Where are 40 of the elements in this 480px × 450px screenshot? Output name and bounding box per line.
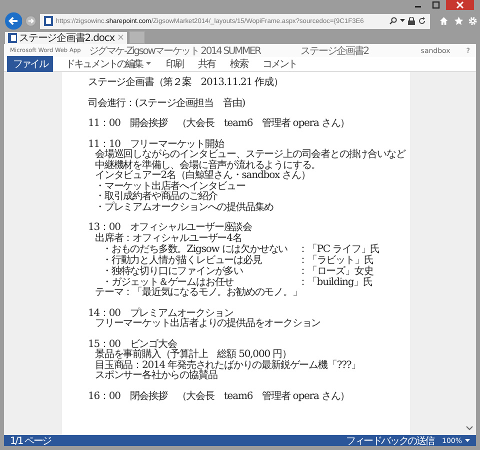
document-text: 13：00 オフィシャルユーザー座談会: [88, 223, 254, 233]
document-name: ステージ企画書2: [300, 44, 369, 58]
ribbon-tab[interactable]: ドキュメントの編集: [62, 56, 154, 72]
ribbon-tab[interactable]: 印刷: [162, 56, 186, 72]
document-text: 11：10 フリーマーケット開始: [88, 140, 226, 150]
document-text: 出席者：オフィシャルユーザー4名: [94, 234, 243, 244]
document-text: 15：00 ビンゴ大会: [88, 340, 177, 350]
document-text: 司会進行：(ステージ企画担当 音由): [88, 98, 246, 109]
browser-tab[interactable]: ステージ企画書2.docx ×: [5, 32, 127, 44]
document-text: ステージ企画書（第２案 2013.11.21 作成）: [88, 78, 284, 88]
document-text: 14：00 プレミアムオークション: [88, 308, 234, 318]
document-text: ・ガジェット＆ゲームはお任せ: [102, 277, 234, 288]
document-text: ：「ラビット」氏: [298, 255, 374, 266]
ribbon-tab[interactable]: 検索: [227, 56, 250, 72]
document-text: ・マーケット出店者へインタビュー: [94, 182, 246, 192]
document-text: 中継機材を準備し、会場に音声が流れるようにする。: [94, 160, 322, 170]
document-text: 11：00 開会挨拶 （大会長 team6 管理者 opera さん）: [88, 119, 351, 130]
page-count: 1/1 ページ: [10, 434, 51, 448]
document-text: ・独特な切り口にファインが多い: [102, 266, 244, 277]
document-text: ・取引成約者や商品のご紹介: [94, 192, 218, 202]
document-text: フリーマーケット出店者よりの提供品をオークション: [94, 319, 322, 330]
document-text: 16：00 閉会挨拶 （大会長 team6 管理者 opera さん）: [88, 392, 351, 402]
feedback-link[interactable]: フィードバックの送信: [346, 434, 434, 448]
ribbon-tab[interactable]: ファイル: [7, 56, 54, 72]
document-text: 景品を事前購入（予算計上 総額 50,000 円）: [94, 350, 292, 360]
document-text: 会場巡回しながらのインタビュー、ステージ上の司会者との掛け合いなど: [94, 150, 407, 160]
document-text: ：「ローズ」女史: [298, 266, 374, 277]
document-text: ：「PC ライフ」氏: [298, 244, 381, 255]
document-text: インタビュアー2名（白鯨望さん・sandbox さん）: [94, 171, 312, 181]
ribbon-tab[interactable]: コメント: [259, 56, 300, 72]
document-text: ・プレミアムオークションへの提供品集め: [94, 202, 275, 213]
document-text: ・行動力と人情が描くレビューは必見: [102, 255, 263, 266]
document-text: 目玉商品：2014 年発売されたばかりの最新鋭ゲーム機「???」: [94, 360, 362, 370]
tab-title: ステージ企画書2.docx: [19, 32, 115, 44]
document-text: テーマ：「最近気になるモノ。お勧めのモノ。」: [94, 288, 303, 298]
document-text: ：「building」氏: [298, 277, 374, 288]
document-text: ・おものだち多数。Zigsow には欠かせない: [102, 244, 289, 255]
document-text: スポンサー各社からの協賛品: [94, 371, 218, 382]
site-link[interactable]: ジグマケ-Zigsowマーケット 2014 SUMMER: [88, 44, 260, 58]
ribbon-tab[interactable]: 共有: [195, 56, 218, 72]
